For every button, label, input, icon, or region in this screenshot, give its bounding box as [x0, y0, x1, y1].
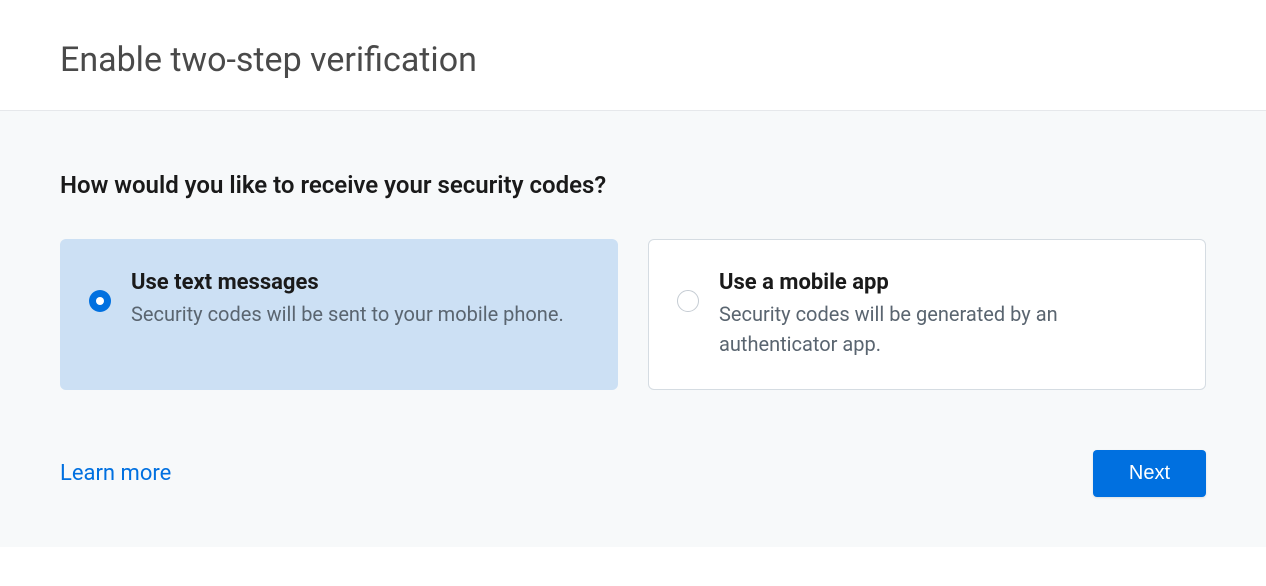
- option-description: Security codes will be generated by an a…: [719, 299, 1175, 359]
- option-mobile-app[interactable]: Use a mobile app Security codes will be …: [648, 239, 1206, 390]
- header-section: Enable two-step verification: [0, 0, 1266, 111]
- options-row: Use text messages Security codes will be…: [60, 239, 1206, 390]
- radio-icon: [89, 290, 111, 312]
- page-title: Enable two-step verification: [60, 40, 1206, 80]
- option-title: Use a mobile app: [719, 270, 1175, 295]
- option-text-content: Use text messages Security codes will be…: [131, 270, 587, 329]
- next-button[interactable]: Next: [1093, 450, 1206, 497]
- option-text-messages[interactable]: Use text messages Security codes will be…: [60, 239, 618, 390]
- learn-more-link[interactable]: Learn more: [60, 461, 171, 486]
- option-description: Security codes will be sent to your mobi…: [131, 299, 587, 329]
- option-text-content: Use a mobile app Security codes will be …: [719, 270, 1175, 359]
- content-section: How would you like to receive your secur…: [0, 111, 1266, 547]
- question-heading: How would you like to receive your secur…: [60, 171, 1206, 199]
- footer-row: Learn more Next: [60, 450, 1206, 497]
- option-title: Use text messages: [131, 270, 587, 295]
- radio-icon: [677, 290, 699, 312]
